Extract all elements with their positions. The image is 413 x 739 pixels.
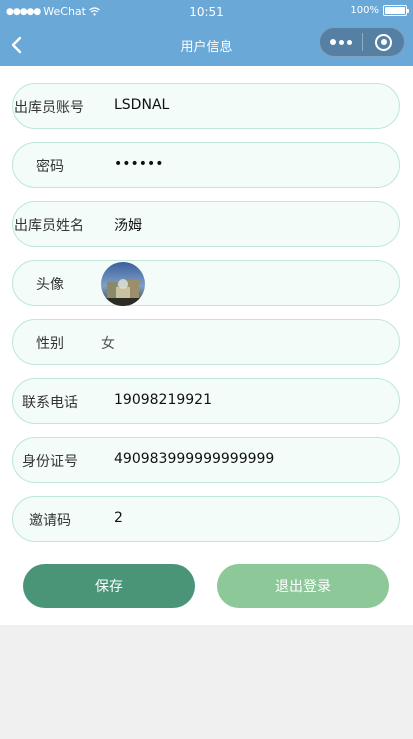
account-value: LSDNAL: [114, 97, 170, 113]
name-value: 汤姆: [114, 218, 142, 234]
gender-field[interactable]: 性别 女: [12, 319, 400, 365]
status-bar: ●●●●● WeChat 10:51 100%: [0, 0, 413, 24]
close-mini-program-button[interactable]: [363, 28, 404, 56]
logout-button[interactable]: 退出登录: [217, 564, 389, 608]
password-field[interactable]: 密码 ••••••: [12, 142, 400, 188]
invite-code-field[interactable]: 邀请码 2: [12, 496, 400, 542]
mini-program-capsule: [319, 27, 405, 57]
invite-code-value: 2: [114, 510, 123, 526]
target-circle-icon: [375, 33, 392, 51]
more-dots-icon[interactable]: [320, 28, 362, 56]
nav-bar: 用户信息: [0, 24, 413, 66]
id-number-field[interactable]: 身份证号 490983999999999999: [12, 437, 400, 483]
account-field[interactable]: 出库员账号 LSDNAL: [12, 83, 400, 129]
avatar-field: 头像: [12, 260, 400, 306]
phone-value: 19098219921: [114, 392, 212, 408]
battery-percent: 100%: [350, 5, 379, 16]
user-info-panel: 出库员账号 LSDNAL 密码 •••••• 出库员姓名 汤姆 头像 性别 女 …: [0, 66, 413, 625]
invite-code-label: 邀请码: [29, 513, 71, 529]
password-label: 密码: [36, 159, 64, 175]
name-label: 出库员姓名: [14, 218, 84, 234]
battery-icon: [383, 5, 409, 16]
password-value: ••••••: [114, 156, 164, 172]
avatar-image[interactable]: [101, 262, 145, 306]
id-number-value: 490983999999999999: [114, 451, 275, 467]
gender-value: 女: [101, 336, 115, 352]
phone-label: 联系电话: [22, 395, 78, 411]
battery-group: 100%: [350, 5, 409, 16]
phone-field[interactable]: 联系电话 19098219921: [12, 378, 400, 424]
avatar-label: 头像: [36, 277, 64, 293]
id-number-label: 身份证号: [22, 454, 78, 470]
account-label: 出库员账号: [14, 100, 84, 116]
name-field[interactable]: 出库员姓名 汤姆: [12, 201, 400, 247]
gender-label: 性别: [36, 336, 64, 352]
save-button[interactable]: 保存: [23, 564, 195, 608]
